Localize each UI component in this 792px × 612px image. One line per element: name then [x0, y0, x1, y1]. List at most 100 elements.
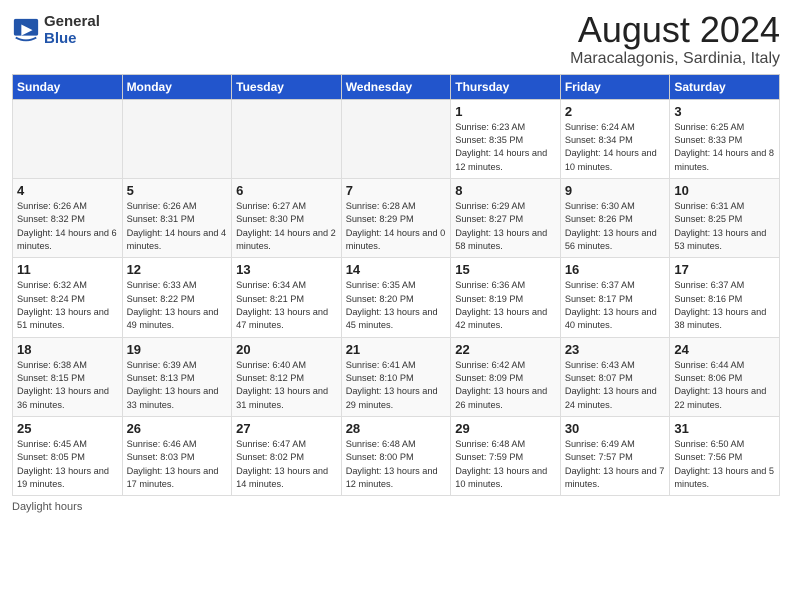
- calendar-cell-5-3: 27 Sunrise: 6:47 AMSunset: 8:02 PMDaylig…: [232, 417, 342, 496]
- calendar-table: Sunday Monday Tuesday Wednesday Thursday…: [12, 74, 780, 497]
- day-number: 12: [127, 262, 228, 277]
- day-number: 13: [236, 262, 337, 277]
- day-info: Sunrise: 6:33 AMSunset: 8:22 PMDaylight:…: [127, 280, 219, 330]
- calendar-cell-4-2: 19 Sunrise: 6:39 AMSunset: 8:13 PMDaylig…: [122, 337, 232, 416]
- calendar-cell-2-6: 9 Sunrise: 6:30 AMSunset: 8:26 PMDayligh…: [560, 178, 670, 257]
- calendar-cell-4-6: 23 Sunrise: 6:43 AMSunset: 8:07 PMDaylig…: [560, 337, 670, 416]
- week-row-4: 18 Sunrise: 6:38 AMSunset: 8:15 PMDaylig…: [13, 337, 780, 416]
- day-info: Sunrise: 6:24 AMSunset: 8:34 PMDaylight:…: [565, 122, 657, 172]
- calendar-cell-5-7: 31 Sunrise: 6:50 AMSunset: 7:56 PMDaylig…: [670, 417, 780, 496]
- day-number: 3: [674, 104, 775, 119]
- calendar-cell-4-4: 21 Sunrise: 6:41 AMSunset: 8:10 PMDaylig…: [341, 337, 451, 416]
- day-number: 8: [455, 183, 556, 198]
- day-info: Sunrise: 6:48 AMSunset: 7:59 PMDaylight:…: [455, 439, 547, 489]
- day-number: 19: [127, 342, 228, 357]
- day-number: 11: [17, 262, 118, 277]
- calendar-cell-3-2: 12 Sunrise: 6:33 AMSunset: 8:22 PMDaylig…: [122, 258, 232, 337]
- calendar-cell-5-5: 29 Sunrise: 6:48 AMSunset: 7:59 PMDaylig…: [451, 417, 561, 496]
- day-info: Sunrise: 6:28 AMSunset: 8:29 PMDaylight:…: [346, 201, 446, 251]
- month-title: August 2024: [570, 10, 780, 50]
- day-info: Sunrise: 6:30 AMSunset: 8:26 PMDaylight:…: [565, 201, 657, 251]
- day-info: Sunrise: 6:36 AMSunset: 8:19 PMDaylight:…: [455, 280, 547, 330]
- day-number: 30: [565, 421, 666, 436]
- location: Maracalagonis, Sardinia, Italy: [570, 50, 780, 68]
- col-sunday: Sunday: [13, 74, 123, 99]
- day-info: Sunrise: 6:43 AMSunset: 8:07 PMDaylight:…: [565, 360, 657, 410]
- col-wednesday: Wednesday: [341, 74, 451, 99]
- day-info: Sunrise: 6:49 AMSunset: 7:57 PMDaylight:…: [565, 439, 665, 489]
- col-friday: Friday: [560, 74, 670, 99]
- calendar-cell-2-1: 4 Sunrise: 6:26 AMSunset: 8:32 PMDayligh…: [13, 178, 123, 257]
- day-info: Sunrise: 6:27 AMSunset: 8:30 PMDaylight:…: [236, 201, 336, 251]
- day-number: 15: [455, 262, 556, 277]
- day-info: Sunrise: 6:29 AMSunset: 8:27 PMDaylight:…: [455, 201, 547, 251]
- logo: General Blue: [12, 14, 100, 47]
- calendar-cell-5-1: 25 Sunrise: 6:45 AMSunset: 8:05 PMDaylig…: [13, 417, 123, 496]
- calendar-cell-1-6: 2 Sunrise: 6:24 AMSunset: 8:34 PMDayligh…: [560, 99, 670, 178]
- day-number: 23: [565, 342, 666, 357]
- day-info: Sunrise: 6:42 AMSunset: 8:09 PMDaylight:…: [455, 360, 547, 410]
- calendar-cell-4-3: 20 Sunrise: 6:40 AMSunset: 8:12 PMDaylig…: [232, 337, 342, 416]
- calendar-cell-2-7: 10 Sunrise: 6:31 AMSunset: 8:25 PMDaylig…: [670, 178, 780, 257]
- day-number: 16: [565, 262, 666, 277]
- day-number: 17: [674, 262, 775, 277]
- footer: Daylight hours: [12, 501, 780, 513]
- header-row: Sunday Monday Tuesday Wednesday Thursday…: [13, 74, 780, 99]
- day-number: 26: [127, 421, 228, 436]
- calendar-cell-4-7: 24 Sunrise: 6:44 AMSunset: 8:06 PMDaylig…: [670, 337, 780, 416]
- day-number: 18: [17, 342, 118, 357]
- day-info: Sunrise: 6:38 AMSunset: 8:15 PMDaylight:…: [17, 360, 109, 410]
- day-info: Sunrise: 6:37 AMSunset: 8:17 PMDaylight:…: [565, 280, 657, 330]
- calendar-cell-3-7: 17 Sunrise: 6:37 AMSunset: 8:16 PMDaylig…: [670, 258, 780, 337]
- main-container: General Blue August 2024 Maracalagonis, …: [0, 0, 792, 521]
- calendar-cell-1-2: [122, 99, 232, 178]
- day-info: Sunrise: 6:47 AMSunset: 8:02 PMDaylight:…: [236, 439, 328, 489]
- calendar-cell-2-5: 8 Sunrise: 6:29 AMSunset: 8:27 PMDayligh…: [451, 178, 561, 257]
- day-info: Sunrise: 6:45 AMSunset: 8:05 PMDaylight:…: [17, 439, 109, 489]
- day-info: Sunrise: 6:32 AMSunset: 8:24 PMDaylight:…: [17, 280, 109, 330]
- week-row-2: 4 Sunrise: 6:26 AMSunset: 8:32 PMDayligh…: [13, 178, 780, 257]
- day-number: 22: [455, 342, 556, 357]
- logo-blue: Blue: [44, 31, 100, 48]
- calendar-body: 1 Sunrise: 6:23 AMSunset: 8:35 PMDayligh…: [13, 99, 780, 496]
- col-thursday: Thursday: [451, 74, 561, 99]
- day-number: 21: [346, 342, 447, 357]
- calendar-cell-4-5: 22 Sunrise: 6:42 AMSunset: 8:09 PMDaylig…: [451, 337, 561, 416]
- calendar-cell-1-7: 3 Sunrise: 6:25 AMSunset: 8:33 PMDayligh…: [670, 99, 780, 178]
- day-number: 2: [565, 104, 666, 119]
- day-number: 4: [17, 183, 118, 198]
- day-info: Sunrise: 6:31 AMSunset: 8:25 PMDaylight:…: [674, 201, 766, 251]
- calendar-cell-3-1: 11 Sunrise: 6:32 AMSunset: 8:24 PMDaylig…: [13, 258, 123, 337]
- calendar-cell-1-3: [232, 99, 342, 178]
- day-number: 9: [565, 183, 666, 198]
- calendar-cell-2-2: 5 Sunrise: 6:26 AMSunset: 8:31 PMDayligh…: [122, 178, 232, 257]
- day-info: Sunrise: 6:35 AMSunset: 8:20 PMDaylight:…: [346, 280, 438, 330]
- day-info: Sunrise: 6:50 AMSunset: 7:56 PMDaylight:…: [674, 439, 774, 489]
- day-number: 29: [455, 421, 556, 436]
- day-info: Sunrise: 6:48 AMSunset: 8:00 PMDaylight:…: [346, 439, 438, 489]
- title-area: August 2024 Maracalagonis, Sardinia, Ita…: [570, 10, 780, 68]
- day-number: 27: [236, 421, 337, 436]
- calendar-cell-4-1: 18 Sunrise: 6:38 AMSunset: 8:15 PMDaylig…: [13, 337, 123, 416]
- day-info: Sunrise: 6:25 AMSunset: 8:33 PMDaylight:…: [674, 122, 774, 172]
- day-number: 25: [17, 421, 118, 436]
- day-number: 7: [346, 183, 447, 198]
- calendar-cell-3-5: 15 Sunrise: 6:36 AMSunset: 8:19 PMDaylig…: [451, 258, 561, 337]
- day-info: Sunrise: 6:26 AMSunset: 8:31 PMDaylight:…: [127, 201, 227, 251]
- day-info: Sunrise: 6:44 AMSunset: 8:06 PMDaylight:…: [674, 360, 766, 410]
- day-info: Sunrise: 6:41 AMSunset: 8:10 PMDaylight:…: [346, 360, 438, 410]
- day-number: 28: [346, 421, 447, 436]
- calendar-cell-3-3: 13 Sunrise: 6:34 AMSunset: 8:21 PMDaylig…: [232, 258, 342, 337]
- calendar-cell-1-1: [13, 99, 123, 178]
- week-row-3: 11 Sunrise: 6:32 AMSunset: 8:24 PMDaylig…: [13, 258, 780, 337]
- calendar-cell-3-4: 14 Sunrise: 6:35 AMSunset: 8:20 PMDaylig…: [341, 258, 451, 337]
- day-info: Sunrise: 6:46 AMSunset: 8:03 PMDaylight:…: [127, 439, 219, 489]
- calendar-cell-3-6: 16 Sunrise: 6:37 AMSunset: 8:17 PMDaylig…: [560, 258, 670, 337]
- col-monday: Monday: [122, 74, 232, 99]
- calendar-cell-5-4: 28 Sunrise: 6:48 AMSunset: 8:00 PMDaylig…: [341, 417, 451, 496]
- calendar-cell-1-4: [341, 99, 451, 178]
- day-info: Sunrise: 6:40 AMSunset: 8:12 PMDaylight:…: [236, 360, 328, 410]
- day-number: 1: [455, 104, 556, 119]
- daylight-label: Daylight hours: [12, 501, 82, 513]
- day-number: 20: [236, 342, 337, 357]
